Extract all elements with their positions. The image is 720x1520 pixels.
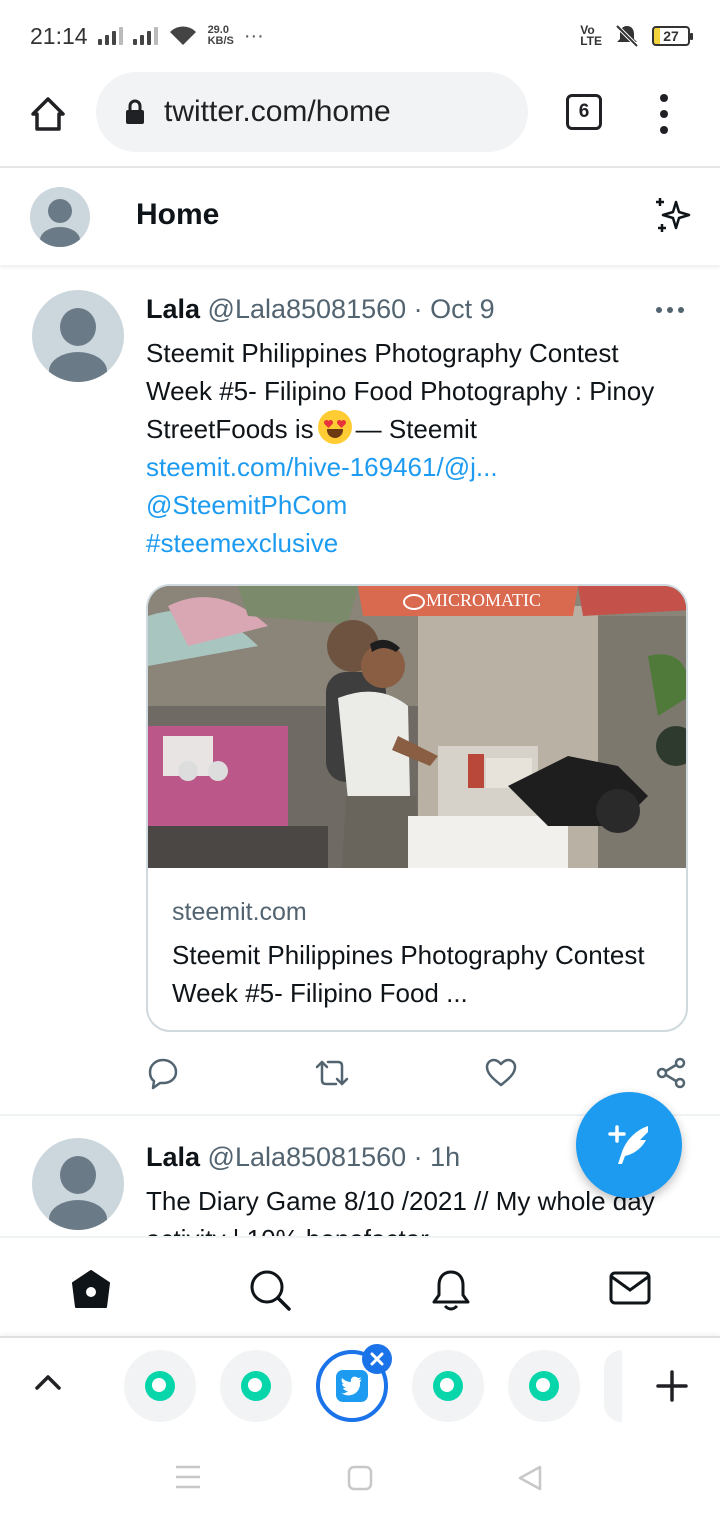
tab-steemit[interactable] <box>412 1350 484 1422</box>
home-nav-icon[interactable] <box>346 1464 374 1497</box>
author-name[interactable]: Lala <box>146 1142 200 1172</box>
browser-tab-strip <box>0 1336 720 1432</box>
steemit-icon <box>241 1371 271 1401</box>
search-icon[interactable] <box>248 1268 292 1317</box>
new-tab-icon[interactable] <box>656 1370 688 1407</box>
tweet-text: The Diary Game 8/10 /2021 // My whole da… <box>146 1186 655 1236</box>
tweet-author-avatar[interactable] <box>32 1138 124 1230</box>
tab-partial[interactable] <box>604 1350 622 1422</box>
tab-steemit[interactable] <box>220 1350 292 1422</box>
steemit-icon <box>433 1371 463 1401</box>
chevron-up-icon[interactable] <box>34 1372 62 1397</box>
twitter-icon <box>336 1370 368 1402</box>
steemit-icon <box>529 1371 559 1401</box>
tab-steemit[interactable] <box>508 1350 580 1422</box>
bell-icon[interactable] <box>430 1268 472 1317</box>
compose-tweet-icon <box>608 1125 648 1164</box>
tweet[interactable]: Lala @Lala85081560 · 1h The Diary Game 8… <box>0 0 720 1236</box>
steemit-icon <box>145 1371 175 1401</box>
mail-icon[interactable] <box>608 1268 652 1313</box>
tweet-header: Lala @Lala85081560 · 1h <box>146 1142 460 1173</box>
tweet-time[interactable]: · 1h <box>414 1142 461 1172</box>
back-icon[interactable] <box>516 1464 544 1497</box>
recents-icon[interactable] <box>174 1464 202 1495</box>
twitter-bottom-nav <box>0 1236 720 1336</box>
close-tab-icon[interactable] <box>362 1344 392 1374</box>
system-navigation-bar <box>0 1434 720 1520</box>
author-handle[interactable]: @Lala85081560 <box>208 1142 407 1172</box>
tab-steemit[interactable] <box>124 1350 196 1422</box>
home-icon[interactable] <box>70 1268 112 1315</box>
compose-tweet-button[interactable] <box>576 1092 682 1198</box>
